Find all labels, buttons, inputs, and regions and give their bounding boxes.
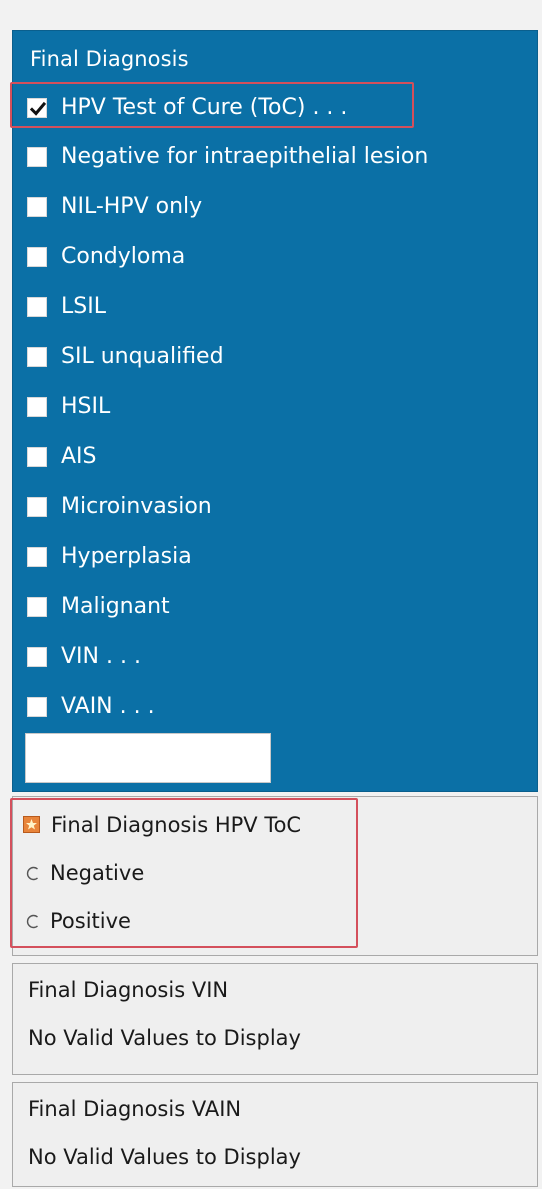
radio-label: Positive bbox=[50, 909, 131, 933]
option-hpv-test-of-cure[interactable]: HPV Test of Cure (ToC) . . . bbox=[27, 90, 347, 126]
checkbox[interactable] bbox=[27, 597, 47, 617]
option-nil-hpv-only[interactable]: NIL-HPV only bbox=[27, 189, 202, 225]
option-label: Condyloma bbox=[61, 244, 186, 269]
option-label: HPV Test of Cure (ToC) . . . bbox=[61, 95, 348, 120]
option-ais[interactable]: AIS bbox=[27, 439, 97, 475]
option-hyperplasia[interactable]: Hyperplasia bbox=[27, 539, 192, 575]
option-label: AIS bbox=[61, 444, 97, 469]
option-malignant[interactable]: Malignant bbox=[27, 589, 170, 625]
vain-title: Final Diagnosis VAIN bbox=[28, 1097, 242, 1121]
option-hsil[interactable]: HSIL bbox=[27, 389, 110, 425]
checkbox[interactable] bbox=[27, 297, 47, 317]
checkbox[interactable] bbox=[27, 447, 47, 467]
checkbox[interactable] bbox=[27, 547, 47, 567]
vain-empty-message: No Valid Values to Display bbox=[28, 1145, 301, 1169]
option-vin[interactable]: VIN . . . bbox=[27, 639, 141, 675]
checkbox[interactable] bbox=[27, 697, 47, 717]
option-lsil[interactable]: LSIL bbox=[27, 289, 106, 325]
vin-empty-message: No Valid Values to Display bbox=[28, 1026, 301, 1050]
vin-title: Final Diagnosis VIN bbox=[28, 978, 229, 1002]
hpv-toc-panel: Final Diagnosis HPV ToC Negative Positiv… bbox=[12, 796, 538, 956]
final-diagnosis-free-text-input[interactable] bbox=[25, 733, 271, 783]
radio-button[interactable] bbox=[25, 914, 40, 929]
checkbox[interactable] bbox=[27, 347, 47, 367]
option-label: SIL unqualified bbox=[61, 344, 224, 369]
option-label: HSIL bbox=[61, 394, 111, 419]
option-negative-intraepithelial[interactable]: Negative for intraepithelial lesion bbox=[27, 139, 428, 175]
radio-positive[interactable]: Positive bbox=[25, 905, 131, 937]
option-label: Hyperplasia bbox=[61, 544, 192, 569]
checkmark-icon bbox=[29, 101, 47, 116]
option-label: VIN . . . bbox=[61, 644, 141, 669]
radio-label: Negative bbox=[50, 861, 145, 885]
hpv-toc-title: Final Diagnosis HPV ToC bbox=[51, 813, 302, 837]
option-microinvasion[interactable]: Microinvasion bbox=[27, 489, 212, 525]
option-label: VAIN . . . bbox=[61, 694, 155, 719]
checkbox[interactable] bbox=[27, 497, 47, 517]
radio-button[interactable] bbox=[25, 866, 40, 881]
option-vain[interactable]: VAIN . . . bbox=[27, 689, 155, 725]
option-label: Microinvasion bbox=[61, 494, 212, 519]
option-label: NIL-HPV only bbox=[61, 194, 203, 219]
checkbox[interactable] bbox=[27, 397, 47, 417]
option-label: LSIL bbox=[61, 294, 106, 319]
checkbox[interactable] bbox=[27, 647, 47, 667]
required-star-icon bbox=[23, 816, 40, 833]
option-label: Negative for intraepithelial lesion bbox=[61, 144, 429, 169]
final-diagnosis-title: Final Diagnosis bbox=[30, 47, 189, 71]
checkbox[interactable] bbox=[27, 197, 47, 217]
checkbox[interactable] bbox=[27, 147, 47, 167]
radio-negative[interactable]: Negative bbox=[25, 857, 144, 889]
checkbox[interactable] bbox=[27, 247, 47, 267]
vin-panel: Final Diagnosis VIN No Valid Values to D… bbox=[12, 963, 538, 1075]
option-label: Malignant bbox=[61, 594, 170, 619]
option-condyloma[interactable]: Condyloma bbox=[27, 239, 185, 275]
vain-panel: Final Diagnosis VAIN No Valid Values to … bbox=[12, 1082, 538, 1187]
final-diagnosis-panel: Final Diagnosis HPV Test of Cure (ToC) .… bbox=[12, 30, 538, 792]
checkbox-checked[interactable] bbox=[27, 98, 47, 118]
option-sil-unqualified[interactable]: SIL unqualified bbox=[27, 339, 224, 375]
